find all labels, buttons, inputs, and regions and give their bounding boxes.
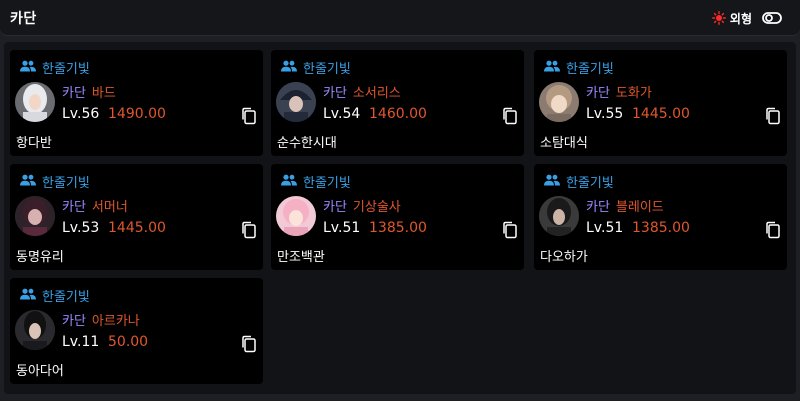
server-class-line: 카단 바드 — [62, 82, 116, 101]
item-level: 50.00 — [108, 334, 149, 350]
item-level: 1385.00 — [632, 220, 690, 236]
server-class-line: 카단 소서리스 — [323, 82, 401, 101]
copy-icon[interactable] — [765, 221, 781, 239]
people-icon — [281, 174, 297, 186]
item-level: 1445.00 — [108, 220, 166, 236]
class-name: 도화가 — [615, 86, 652, 101]
people-icon — [544, 174, 560, 186]
people-icon — [281, 60, 297, 72]
copy-icon[interactable] — [241, 335, 257, 353]
character-name: 소탐대식 — [540, 136, 588, 151]
people-icon — [20, 288, 36, 300]
avatar — [15, 82, 55, 122]
guild-name: 한줄기빛 — [303, 176, 351, 191]
avatar — [276, 82, 316, 122]
guild-name: 한줄기빛 — [42, 62, 90, 77]
server-name: 카단 — [62, 200, 86, 215]
server-class-line: 카단 서머너 — [62, 196, 128, 215]
guild-name: 한줄기빛 — [566, 62, 614, 77]
character-level: Lv.11 — [62, 334, 100, 350]
character-level: Lv.51 — [586, 220, 624, 236]
people-icon — [544, 60, 560, 72]
people-icon — [20, 174, 36, 186]
page-title: 카단 — [10, 11, 37, 27]
item-level: 1445.00 — [632, 106, 690, 122]
class-name: 블레이드 — [615, 200, 664, 215]
guild-name: 한줄기빛 — [566, 176, 614, 191]
class-name: 바드 — [91, 86, 116, 101]
toggle-icon[interactable] — [762, 11, 782, 25]
character-card[interactable]: 한줄기빛 카단 소서리스 Lv.54 1460.00 순수한시대 — [271, 50, 524, 156]
character-name: 동아다어 — [16, 364, 64, 379]
server-name: 카단 — [586, 200, 610, 215]
avatar — [539, 82, 579, 122]
character-card[interactable]: 한줄기빛 카단 바드 Lv.56 1490.00 항다반 — [10, 50, 263, 156]
item-level: 1460.00 — [369, 106, 427, 122]
character-name: 동명유리 — [16, 250, 64, 265]
server-class-line: 카단 블레이드 — [586, 196, 664, 215]
top-bar: 카단 외형 — [0, 0, 800, 36]
character-card[interactable]: 한줄기빛 카단 서머너 Lv.53 1445.00 동명유리 — [10, 164, 263, 270]
character-level: Lv.53 — [62, 220, 100, 236]
sun-icon — [712, 11, 726, 25]
copy-icon[interactable] — [765, 107, 781, 125]
avatar — [539, 196, 579, 236]
copy-icon[interactable] — [241, 221, 257, 239]
server-class-line: 카단 기상술사 — [323, 196, 401, 215]
character-card[interactable]: 한줄기빛 카단 기상술사 Lv.51 1385.00 만조백관 — [271, 164, 524, 270]
people-icon — [20, 60, 36, 72]
server-name: 카단 — [586, 86, 610, 101]
appearance-toggle-group[interactable]: 외형 — [712, 9, 782, 27]
character-level: Lv.51 — [323, 220, 361, 236]
guild-name: 한줄기빛 — [303, 62, 351, 77]
server-class-line: 카단 아르카나 — [62, 310, 140, 329]
server-name: 카단 — [323, 200, 347, 215]
character-card[interactable]: 한줄기빛 카단 도화가 Lv.55 1445.00 소탐대식 — [534, 50, 787, 156]
character-card[interactable]: 한줄기빛 카단 블레이드 Lv.51 1385.00 다오하가 — [534, 164, 787, 270]
server-name: 카단 — [62, 314, 86, 329]
appearance-label: 외형 — [729, 11, 752, 26]
class-name: 소서리스 — [352, 86, 401, 101]
item-level: 1385.00 — [369, 220, 427, 236]
copy-icon[interactable] — [502, 107, 518, 125]
character-card[interactable]: 한줄기빛 카단 아르카나 Lv.11 50.00 동아다어 — [10, 278, 263, 384]
character-level: Lv.56 — [62, 106, 100, 122]
class-name: 기상술사 — [352, 200, 401, 215]
character-name: 다오하가 — [540, 250, 588, 265]
guild-name: 한줄기빛 — [42, 176, 90, 191]
class-name: 아르카나 — [91, 314, 140, 329]
guild-name: 한줄기빛 — [42, 290, 90, 305]
character-name: 순수한시대 — [277, 136, 337, 151]
class-name: 서머너 — [91, 200, 128, 215]
copy-icon[interactable] — [502, 221, 518, 239]
server-class-line: 카단 도화가 — [586, 82, 652, 101]
item-level: 1490.00 — [108, 106, 166, 122]
character-level: Lv.54 — [323, 106, 361, 122]
character-list: 한줄기빛 카단 바드 Lv.56 1490.00 항다반 한줄기빛 카단 소서리스 … — [4, 42, 796, 394]
character-level: Lv.55 — [586, 106, 624, 122]
server-name: 카단 — [323, 86, 347, 101]
character-name: 항다반 — [16, 136, 52, 151]
copy-icon[interactable] — [241, 107, 257, 125]
character-name: 만조백관 — [277, 250, 325, 265]
avatar — [15, 310, 55, 350]
server-name: 카단 — [62, 86, 86, 101]
avatar — [15, 196, 55, 236]
avatar — [276, 196, 316, 236]
